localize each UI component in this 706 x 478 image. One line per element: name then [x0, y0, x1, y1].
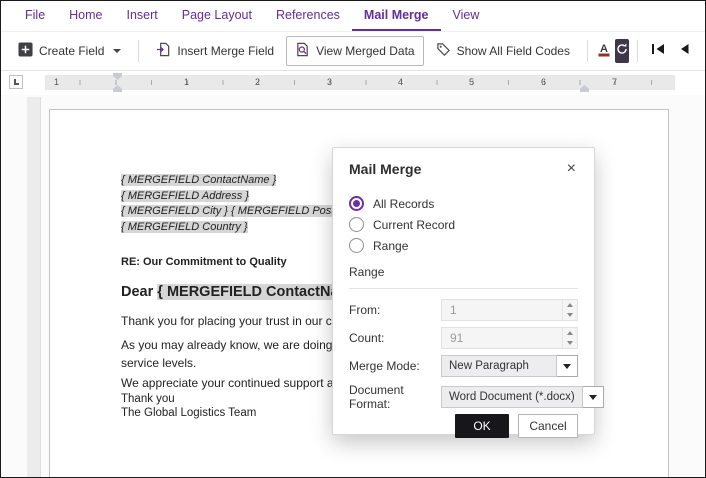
ruler-number: 5: [469, 77, 474, 87]
tab-home[interactable]: Home: [57, 1, 114, 31]
from-label: From:: [349, 303, 441, 317]
dropdown-arrow-button[interactable]: [557, 355, 578, 377]
ruler-number: 6: [541, 77, 546, 87]
font-color-button[interactable]: A: [596, 38, 612, 64]
first-record-button[interactable]: [646, 39, 670, 63]
merge-field-line[interactable]: { MERGEFIELD Address }: [121, 190, 249, 202]
mail-merge-dialog: Mail Merge × All Records Current Record …: [332, 147, 595, 435]
from-spinner[interactable]: [562, 300, 577, 320]
spin-up-icon[interactable]: [563, 300, 577, 310]
first-line-indent-marker[interactable]: [113, 73, 122, 80]
previous-record-icon: [678, 42, 690, 60]
document-format-label: Document Format:: [349, 383, 441, 411]
tab-mail-merge[interactable]: Mail Merge: [352, 1, 441, 31]
update-merged-data-button[interactable]: [615, 39, 629, 63]
ruler-number: 4: [398, 77, 403, 87]
tab-insert[interactable]: Insert: [115, 1, 170, 31]
ruler-zone: 1 1 2 3 4 5 6 7: [1, 71, 705, 95]
view-merged-data-label: View Merged Data: [316, 44, 415, 58]
chevron-down-icon: [113, 49, 121, 53]
ok-button[interactable]: OK: [455, 414, 509, 438]
record-navigation: [646, 39, 706, 63]
chevron-down-icon: [589, 395, 597, 400]
insert-field-icon: [156, 42, 171, 60]
count-label: Count:: [349, 331, 441, 345]
first-record-icon: [651, 42, 665, 60]
count-spinner[interactable]: [562, 328, 577, 348]
next-record-button[interactable]: [698, 39, 706, 63]
merge-field-line[interactable]: { MERGEFIELD ContactName }: [121, 174, 276, 186]
dialog-title: Mail Merge: [349, 161, 421, 177]
rich-text-editor-window: File Home Insert Page Layout References …: [0, 0, 706, 478]
insert-merge-field-label: Insert Merge Field: [177, 44, 274, 58]
create-field-label: Create Field: [39, 44, 104, 58]
insert-merge-field-button[interactable]: Insert Merge Field: [147, 36, 283, 66]
menu-bar: File Home Insert Page Layout References …: [1, 1, 705, 32]
body-paragraph: Thank you for placing your trust in our …: [121, 314, 338, 328]
show-all-field-codes-label: Show All Field Codes: [457, 44, 570, 58]
dropdown-arrow-button[interactable]: [583, 386, 604, 408]
ruler-number: 7: [612, 77, 617, 87]
spin-down-icon[interactable]: [563, 338, 577, 348]
chevron-down-icon: [563, 364, 571, 369]
merge-mode-value: New Paragraph: [441, 355, 557, 377]
radio-unselected-icon[interactable]: [349, 217, 364, 232]
range-section-label: Range: [349, 265, 384, 279]
tab-stop-icon: [14, 79, 19, 85]
spin-down-icon[interactable]: [563, 310, 577, 320]
radio-unselected-icon[interactable]: [349, 238, 364, 253]
radio-current-record[interactable]: Current Record: [349, 214, 578, 235]
left-indent-marker[interactable]: [113, 85, 122, 92]
right-indent-marker[interactable]: [580, 85, 589, 92]
create-field-button[interactable]: Create Field: [9, 36, 130, 66]
ruler-number: 2: [255, 77, 260, 87]
merge-mode-label: Merge Mode:: [349, 359, 441, 373]
merge-mode-dropdown[interactable]: New Paragraph: [441, 355, 578, 377]
close-icon[interactable]: ×: [565, 161, 578, 177]
body-paragraph: We appreciate your continued support and: [121, 376, 347, 390]
show-all-field-codes-button[interactable]: Show All Field Codes: [427, 36, 579, 66]
merge-field-line[interactable]: { MERGEFIELD Country }: [121, 221, 248, 233]
signoff-line: Thank you: [121, 393, 175, 405]
body-paragraph: service levels.: [121, 356, 196, 370]
signoff-line: The Global Logistics Team: [121, 407, 256, 419]
document-format-value: Word Document (*.docx): [441, 386, 583, 408]
ruler-number: 1: [184, 77, 189, 87]
plus-square-icon: [18, 42, 33, 60]
tab-file[interactable]: File: [13, 1, 57, 31]
view-merged-data-button[interactable]: View Merged Data: [286, 36, 424, 66]
ruler-number: 3: [327, 77, 332, 87]
radio-selected-icon[interactable]: [349, 196, 364, 211]
tag-icon: [436, 42, 451, 60]
vertical-ruler[interactable]: [27, 97, 41, 477]
radio-all-records[interactable]: All Records: [349, 193, 578, 214]
ruler-number: 1: [54, 77, 59, 87]
horizontal-ruler[interactable]: 1 1 2 3 4 5 6 7: [45, 75, 675, 90]
section-divider: [349, 288, 578, 289]
re-subject-line: RE: Our Commitment to Quality: [121, 256, 287, 268]
tab-view[interactable]: View: [441, 1, 492, 31]
font-color-icon: A: [596, 41, 612, 62]
radio-range[interactable]: Range: [349, 235, 578, 256]
from-value: 1: [450, 303, 457, 317]
update-fields-icon: [615, 42, 629, 61]
cancel-button[interactable]: Cancel: [518, 414, 578, 438]
spin-up-icon[interactable]: [563, 328, 577, 338]
toolbar-separator: [637, 40, 638, 62]
toolbar-separator: [138, 40, 139, 62]
tab-page-layout[interactable]: Page Layout: [170, 1, 264, 31]
tab-references[interactable]: References: [264, 1, 352, 31]
document-format-dropdown[interactable]: Word Document (*.docx): [441, 386, 604, 408]
toolbar-separator: [587, 40, 588, 62]
count-input[interactable]: 91: [441, 327, 578, 349]
svg-text:A: A: [600, 43, 608, 55]
previous-record-button[interactable]: [672, 39, 696, 63]
mail-merge-toolbar: Create Field Insert Merge Field View Mer…: [1, 32, 705, 71]
preview-magnifier-icon: [295, 42, 310, 60]
tab-stop-selector[interactable]: [9, 75, 23, 89]
ruler-ticks: [45, 80, 675, 85]
body-paragraph: As you may already know, we are doing ev: [121, 338, 348, 352]
from-input[interactable]: 1: [441, 299, 578, 321]
count-value: 91: [450, 331, 463, 345]
